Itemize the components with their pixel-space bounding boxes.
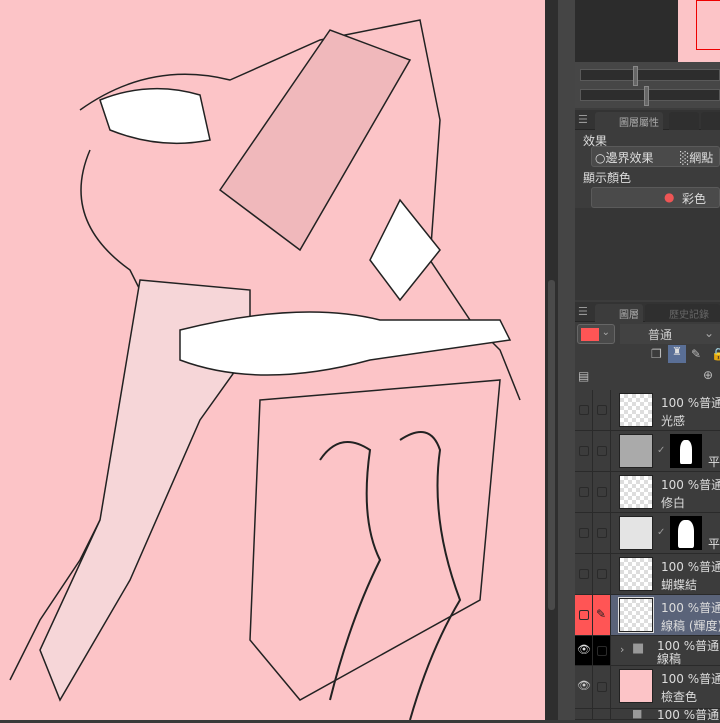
layer-row[interactable]: 100 %普通 蝴蝶結 [575, 554, 720, 595]
adjustment-thumbnail [619, 516, 653, 550]
tab-layers[interactable]: 圖層 [595, 304, 643, 322]
color-mode-button[interactable]: ● 彩色 [591, 187, 720, 208]
layer-row-adjustment[interactable]: ✓ 平 [575, 513, 720, 554]
drawing-canvas[interactable] [0, 0, 545, 720]
layer-folder-row[interactable]: 👁 › ■ 100 %普通 線稿 [575, 636, 720, 666]
new-layer-icon[interactable]: ⊕ [703, 368, 713, 382]
rotate-slider[interactable] [580, 86, 720, 106]
folder-icon: ■ [632, 641, 645, 656]
circle-icon: ○ [595, 151, 606, 165]
zoom-slider-knob[interactable] [633, 66, 638, 86]
layer-row[interactable]: 100 %普通 修白 [575, 472, 720, 513]
lock-toggle[interactable] [597, 487, 607, 497]
lock-icon[interactable]: 🔒 [711, 347, 720, 361]
tab-other[interactable] [701, 112, 720, 130]
draft-layer-icon[interactable]: ✎ [691, 347, 701, 361]
layer-controls: ⌄ 普通 ⌄ ❐ ♜ ✎ 🔒 ▤ ⊕ [575, 322, 720, 390]
layer-thumbnail [618, 597, 654, 633]
right-panel: ☰ 圖層屬性 效果 ○邊界效果 ░網點 顯示顏色 ● 彩色 ☰ 圖層 歷史記錄 … [575, 0, 720, 722]
adjustment-thumbnail [619, 434, 653, 468]
layer-thumbnail [619, 669, 653, 703]
lock-toggle[interactable] [597, 645, 607, 656]
halftone-button[interactable]: ░網點 [680, 149, 713, 166]
visibility-toggle[interactable] [579, 405, 589, 415]
navigator-panel [575, 0, 720, 62]
lock-toggle[interactable] [597, 569, 607, 579]
zoom-slider[interactable] [580, 66, 720, 86]
border-effect-button[interactable]: ○邊界效果 [595, 149, 654, 166]
visibility-toggle[interactable] [579, 487, 589, 497]
tab-history[interactable]: 歷史記錄 [645, 304, 720, 322]
menu-icon[interactable]: ☰ [578, 305, 588, 318]
layer-list-icon[interactable]: ▤ [578, 369, 589, 383]
panel-dock-strip [558, 0, 575, 720]
visibility-toggle[interactable] [579, 528, 589, 538]
lock-toggle[interactable] [597, 528, 607, 538]
layers-tabbar: ☰ 圖層 歷史記錄 [575, 302, 720, 322]
layer-row-selected[interactable]: ✎ 100 %普通 線稿 (輝度) [575, 595, 720, 636]
layer-thumbnail [619, 475, 653, 509]
effect-buttons: ○邊界效果 ░網點 [591, 146, 720, 167]
chevron-down-icon: ⌄ [703, 326, 714, 340]
color-swatch [581, 328, 599, 341]
view-rectangle[interactable] [696, 0, 720, 50]
scrollbar-thumb[interactable] [548, 280, 555, 610]
layer-thumbnail [619, 393, 653, 427]
chevron-down-icon: ⌄ [601, 327, 610, 338]
visibility-toggle[interactable] [579, 610, 589, 620]
blend-mode-select[interactable]: 普通 ⌄ [620, 324, 720, 344]
rotate-slider-knob[interactable] [644, 86, 649, 106]
tab-layer-search[interactable] [669, 112, 699, 130]
check-icon: ✓ [657, 527, 666, 538]
eye-icon[interactable]: 👁 [577, 643, 591, 656]
reference-layer-icon[interactable]: ♜ [668, 345, 686, 363]
visibility-toggle[interactable] [579, 446, 589, 456]
navigator-thumbnail[interactable] [678, 0, 720, 62]
halftone-icon: ░ [680, 151, 690, 165]
clip-layer-icon[interactable]: ❐ [651, 347, 662, 361]
layer-mask-thumbnail [670, 434, 702, 468]
pen-edit-icon: ✎ [596, 607, 607, 621]
layer-row-adjustment[interactable]: ✓ 平 [575, 431, 720, 472]
layer-row[interactable]: 👁 100 %普通 檢查色 [575, 666, 720, 709]
layer-row[interactable]: 100 %普通 光感 [575, 390, 720, 431]
visibility-toggle[interactable] [579, 569, 589, 579]
properties-tabbar: ☰ 圖層屬性 [575, 110, 720, 130]
line-art [9, 19, 521, 720]
chevron-right-icon[interactable]: › [620, 643, 624, 656]
layer-folder-row[interactable]: ■ 100 %普通 [575, 707, 720, 722]
layer-color-dropdown[interactable]: ⌄ [577, 324, 615, 344]
folder-icon: ■ [632, 707, 643, 720]
check-icon: ✓ [657, 445, 666, 456]
properties-empty-area [575, 208, 720, 300]
menu-icon[interactable]: ☰ [578, 113, 588, 126]
tab-layer-properties[interactable]: 圖層屬性 [595, 112, 663, 130]
color-palette-icon: ● [664, 190, 675, 204]
lock-toggle[interactable] [597, 405, 607, 415]
display-color-header: 顯示顏色 [583, 171, 632, 185]
lock-toggle[interactable] [597, 446, 607, 456]
navigator-sliders [575, 62, 720, 108]
lock-toggle[interactable] [597, 682, 607, 692]
layer-mask-thumbnail [670, 516, 702, 550]
eye-icon[interactable]: 👁 [577, 679, 591, 692]
layer-thumbnail [619, 557, 653, 591]
